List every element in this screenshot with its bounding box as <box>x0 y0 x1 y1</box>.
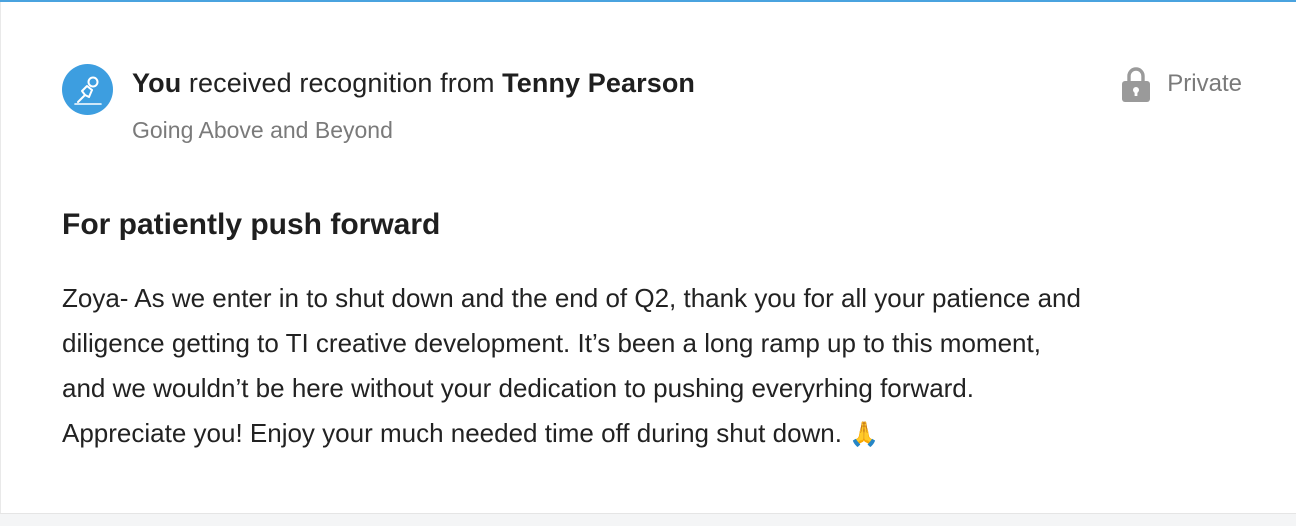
recognition-header: You received recognition from Tenny Pear… <box>62 62 1242 152</box>
message-line: Zoya- As we enter in to shut down and th… <box>62 283 1081 313</box>
praying-hands-emoji: 🙏 <box>849 420 880 448</box>
privacy-label: Private <box>1167 70 1242 97</box>
message-line-last: Appreciate you! Enjoy your much needed t… <box>62 411 1252 457</box>
recognition-headline: You received recognition from Tenny Pear… <box>132 68 695 99</box>
privacy-indicator: Private <box>1121 66 1242 102</box>
recognition-title: For patiently push forward <box>62 208 441 241</box>
lock-icon <box>1122 67 1151 102</box>
card-footer-divider <box>0 513 1296 526</box>
sender-name[interactable]: Tenny Pearson <box>502 68 695 98</box>
climber-icon <box>73 76 102 105</box>
message-line-text: Appreciate you! Enjoy your much needed t… <box>62 418 842 448</box>
message-line: diligence getting to TI creative develop… <box>62 328 1041 358</box>
recognition-message: Zoya- As we enter in to shut down and th… <box>62 276 1252 457</box>
headline-connector: received recognition from <box>181 68 503 98</box>
recognition-category: Going Above and Beyond <box>132 117 393 143</box>
avatar[interactable] <box>62 64 113 115</box>
recognition-frame: You received recognition from Tenny Pear… <box>0 0 1296 526</box>
recipient-name[interactable]: You <box>132 68 181 98</box>
message-line: and we wouldn’t be here without your ded… <box>62 373 974 403</box>
